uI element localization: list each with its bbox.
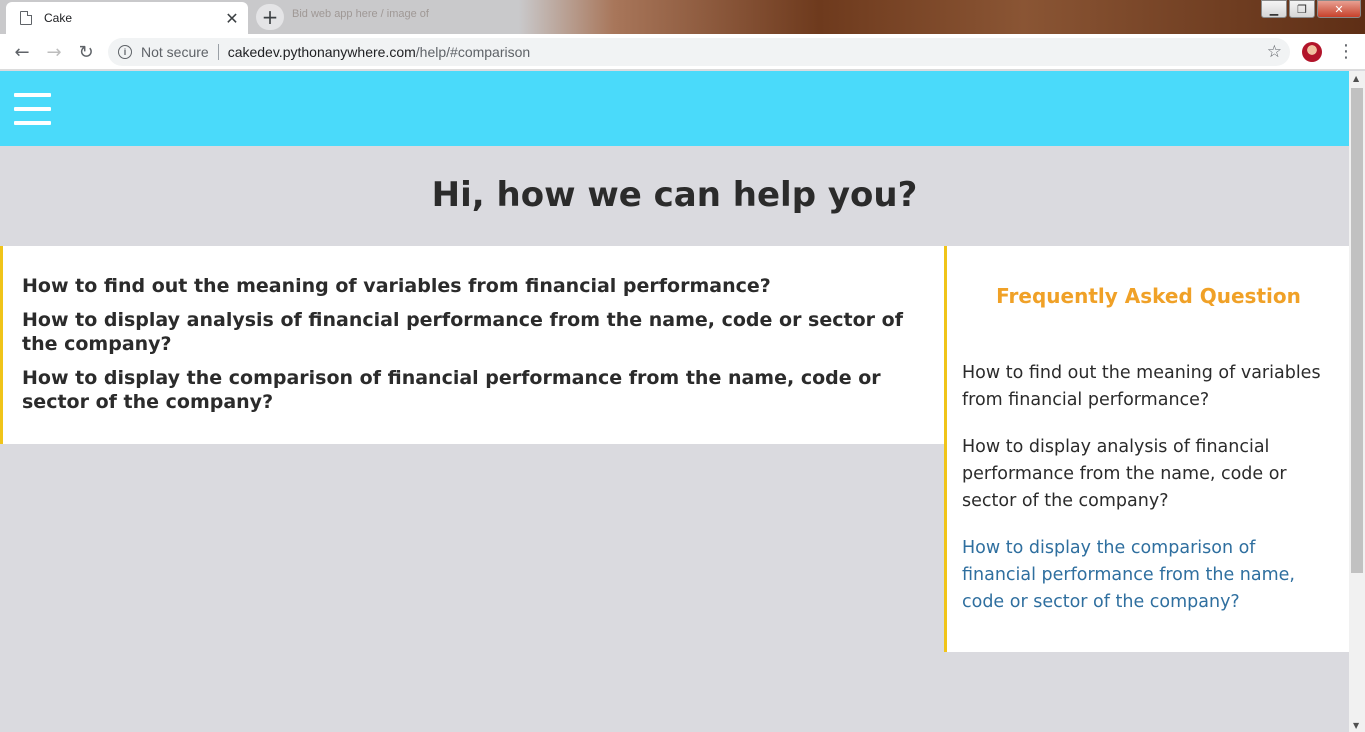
page-title: Hi, how we can help you?: [431, 175, 918, 215]
page-scrollbar[interactable]: ▲ ▼: [1349, 71, 1365, 732]
minimize-button[interactable]: ▁: [1261, 0, 1287, 18]
back-icon[interactable]: ←: [10, 40, 34, 64]
questions-panel: How to find out the meaning of variables…: [0, 246, 944, 444]
not-secure-label: Not secure: [141, 44, 209, 60]
reload-icon[interactable]: ↻: [74, 40, 98, 64]
faq-title: Frequently Asked Question: [996, 284, 1301, 308]
info-icon[interactable]: i: [118, 45, 132, 59]
scroll-down-arrow-icon[interactable]: ▼: [1353, 721, 1359, 730]
page-content: Hi, how we can help you? How to find out…: [0, 71, 1349, 732]
faq-sidebar: Frequently Asked Question How to find ou…: [944, 246, 1349, 652]
url-path: /help/#comparison: [415, 44, 531, 60]
avatar[interactable]: [1302, 42, 1322, 62]
faq-link-variables[interactable]: How to find out the meaning of variables…: [962, 360, 1335, 414]
background-tab[interactable]: Bid web app here / image of: [292, 8, 482, 26]
forward-icon[interactable]: →: [42, 40, 66, 64]
browser-titlebar: Cake ✕ + Bid web app here / image of ▁ ❐…: [0, 0, 1365, 34]
scroll-thumb[interactable]: [1351, 88, 1363, 573]
tab-title: Cake: [44, 11, 73, 25]
address-bar[interactable]: i Not secure cakedev.pythonanywhere.com /…: [108, 38, 1290, 66]
scroll-up-arrow-icon[interactable]: ▲: [1353, 74, 1359, 83]
question-heading: How to display analysis of financial per…: [22, 309, 903, 355]
new-tab-button[interactable]: +: [256, 4, 284, 30]
faq-link-analysis[interactable]: How to display analysis of financial per…: [962, 434, 1335, 515]
page-icon: [20, 11, 32, 25]
tab-cake[interactable]: Cake ✕: [6, 2, 248, 34]
browser-toolbar: ← → ↻ i Not secure cakedev.pythonanywher…: [0, 34, 1365, 70]
star-icon[interactable]: ☆: [1267, 42, 1282, 62]
site-header: [0, 71, 1349, 146]
menu-dots-icon[interactable]: ⋮: [1337, 41, 1355, 63]
question-heading: How to display the comparison of financi…: [22, 367, 881, 413]
close-icon[interactable]: ✕: [222, 8, 242, 28]
omnibox-divider: [217, 44, 219, 60]
url-host: cakedev.pythonanywhere.com: [227, 44, 416, 60]
restore-button[interactable]: ❐: [1289, 0, 1315, 18]
hamburger-icon[interactable]: [14, 93, 51, 129]
question-heading: How to find out the meaning of variables…: [22, 275, 771, 297]
window-controls: ▁ ❐ ✕: [1261, 0, 1361, 18]
window-close-button[interactable]: ✕: [1317, 0, 1361, 18]
faq-link-comparison[interactable]: How to display the comparison of financi…: [962, 535, 1335, 616]
